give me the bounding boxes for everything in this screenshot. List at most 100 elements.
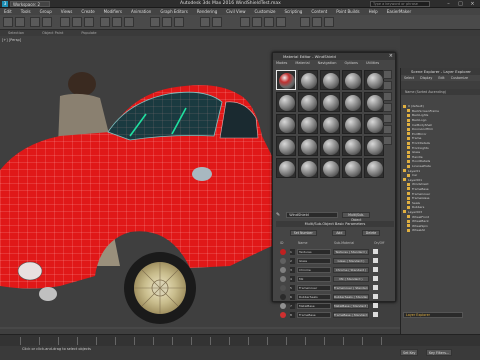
menu-rendering[interactable]: Rendering: [197, 9, 217, 14]
submaterial-button[interactable]: Chrome ( Standard ): [333, 266, 369, 273]
scale-icon[interactable]: [124, 17, 134, 27]
rotate-icon[interactable]: [112, 17, 122, 27]
menu-point-builds[interactable]: Point Builds: [336, 9, 359, 14]
tab-populate[interactable]: Populate: [81, 31, 96, 35]
sample-slot[interactable]: [364, 70, 384, 90]
color-swatch[interactable]: [280, 266, 286, 273]
name-column-header[interactable]: Name (Sorted Ascending): [401, 89, 480, 95]
percent-snap-icon[interactable]: [174, 17, 184, 27]
row-name-field[interactable]: FrameBase: [297, 311, 331, 318]
sample-slot[interactable]: [276, 92, 296, 112]
me-menu-material[interactable]: Material: [295, 61, 309, 65]
sample-slot[interactable]: [298, 158, 318, 178]
sample-slot[interactable]: [364, 158, 384, 178]
select-by-name-icon[interactable]: [72, 17, 82, 27]
me-menu-navigation[interactable]: Navigation: [318, 61, 337, 65]
row-name-field[interactable]: MetalBase: [297, 302, 331, 309]
sample-slot[interactable]: [342, 136, 362, 156]
row-name-field[interactable]: Textures: [297, 248, 331, 255]
backlight-icon[interactable]: [383, 81, 392, 90]
add-button[interactable]: Add: [332, 230, 347, 236]
close-icon[interactable]: ×: [468, 0, 477, 8]
render-frame-icon[interactable]: [312, 17, 322, 27]
menu-tools[interactable]: Tools: [21, 9, 31, 14]
onoff-checkbox[interactable]: [373, 276, 378, 281]
schematic-icon[interactable]: [264, 17, 274, 27]
material-name-field[interactable]: WindShield: [286, 211, 339, 218]
snap-icon[interactable]: [150, 17, 160, 27]
background-icon[interactable]: [383, 92, 392, 101]
menu-customize[interactable]: Customize: [255, 9, 276, 14]
onoff-checkbox[interactable]: [373, 267, 378, 272]
key-filters-button[interactable]: Key Filters...: [426, 349, 453, 356]
row-name-field[interactable]: RubberSeals: [297, 293, 331, 300]
material-type-button[interactable]: Multi/Sub-Object: [342, 211, 371, 222]
menu-help[interactable]: Help: [369, 9, 378, 14]
sample-slot[interactable]: [364, 92, 384, 112]
material-editor-icon[interactable]: [276, 17, 286, 27]
col-name[interactable]: Name: [298, 241, 334, 245]
menu-civil-view[interactable]: Civil View: [226, 9, 245, 14]
onoff-checkbox[interactable]: [373, 312, 378, 317]
layer-manager-icon[interactable]: [240, 17, 250, 27]
render-setup-icon[interactable]: [300, 17, 310, 27]
me-menu-modes[interactable]: Modes: [276, 61, 287, 65]
sample-slot[interactable]: [320, 158, 340, 178]
set-key-button[interactable]: Set Key: [400, 349, 419, 356]
sample-slot[interactable]: [276, 70, 296, 90]
color-swatch[interactable]: [280, 284, 286, 291]
viewport-label[interactable]: [+] [Persp]: [2, 38, 21, 42]
close-icon[interactable]: ×: [389, 53, 393, 60]
workspace-selector[interactable]: Workspace: 2: [10, 1, 50, 7]
color-swatch[interactable]: [280, 257, 286, 264]
link-icon[interactable]: [30, 17, 40, 27]
video-color-icon[interactable]: [383, 114, 392, 123]
col-id[interactable]: ID: [280, 241, 298, 245]
material-editor-title[interactable]: Material Editor - WindShield ×: [273, 53, 395, 60]
sample-slot[interactable]: [276, 136, 296, 156]
menu-edit[interactable]: Edit: [4, 9, 12, 14]
mirror-icon[interactable]: [200, 17, 210, 27]
scene-explorer-title[interactable]: Scene Explorer - Layer Explorer: [401, 68, 480, 75]
row-name-field[interactable]: Chrome: [297, 266, 331, 273]
sample-slot[interactable]: [298, 136, 318, 156]
sample-slot[interactable]: [320, 70, 340, 90]
se-menu-edit[interactable]: Edit: [438, 76, 444, 80]
delete-button[interactable]: Delete: [361, 230, 381, 236]
se-menu-customize[interactable]: Customize: [451, 76, 468, 80]
row-name-field[interactable]: Glass: [297, 257, 331, 264]
sample-slot[interactable]: [320, 114, 340, 134]
menu-views[interactable]: Views: [61, 9, 73, 14]
eyedropper-icon[interactable]: ✎: [276, 212, 280, 218]
submaterial-button[interactable]: RubberSeals ( Standard ): [333, 293, 369, 300]
sample-slot[interactable]: [276, 114, 296, 134]
maximize-icon[interactable]: □: [456, 0, 465, 8]
menu-graph-editors[interactable]: Graph Editors: [160, 9, 187, 14]
make-preview-icon[interactable]: [383, 125, 392, 134]
app-logo-icon[interactable]: 3: [2, 1, 8, 7]
minimize-icon[interactable]: –: [444, 0, 453, 8]
sample-slot[interactable]: [364, 136, 384, 156]
search-input[interactable]: Type a keyword or phrase: [370, 1, 430, 7]
select-icon[interactable]: [60, 17, 70, 27]
region-select-icon[interactable]: [84, 17, 94, 27]
align-icon[interactable]: [212, 17, 222, 27]
sample-slot[interactable]: [320, 92, 340, 112]
undo-icon[interactable]: [3, 17, 13, 27]
onoff-checkbox[interactable]: [373, 285, 378, 290]
timeline[interactable]: [0, 334, 480, 346]
sample-type-icon[interactable]: [383, 70, 392, 79]
me-menu-utilities[interactable]: Utilities: [366, 61, 379, 65]
set-number-button[interactable]: Set Number: [289, 230, 317, 236]
me-menu-options[interactable]: Options: [344, 61, 358, 65]
sample-slot[interactable]: [342, 70, 362, 90]
row-name-field[interactable]: Mk: [297, 275, 331, 282]
color-swatch[interactable]: [280, 293, 286, 300]
sample-slot[interactable]: [298, 114, 318, 134]
angle-snap-icon[interactable]: [162, 17, 172, 27]
scene-explorer-toolbar[interactable]: [401, 81, 480, 89]
menu-modifiers[interactable]: Modifiers: [104, 9, 122, 14]
redo-icon[interactable]: [15, 17, 25, 27]
sample-slot[interactable]: [364, 114, 384, 134]
uv-tiling-icon[interactable]: [383, 103, 392, 112]
